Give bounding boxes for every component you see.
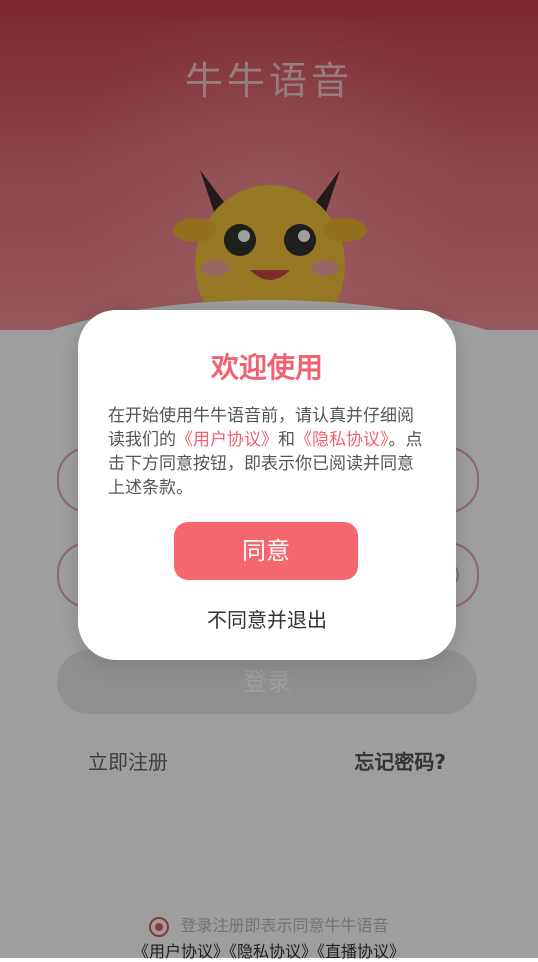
disagree-exit-button[interactable]: 不同意并退出 xyxy=(78,604,456,633)
dialog-body: 在开始使用牛牛语音前，请认真并仔细阅读我们的《用户协议》和《隐私协议》。点击下方… xyxy=(108,404,430,500)
privacy-agreement-link[interactable]: 《隐私协议》 xyxy=(295,430,389,450)
agree-button[interactable]: 同意 xyxy=(174,522,358,580)
dialog-body-and: 和 xyxy=(278,430,295,450)
dialog-title: 欢迎使用 xyxy=(210,351,323,384)
user-agreement-link[interactable]: 《用户协议》 xyxy=(176,430,278,450)
welcome-dialog: 欢迎使用 在开始使用牛牛语音前，请认真并仔细阅读我们的《用户协议》和《隐私协议》… xyxy=(78,310,456,660)
